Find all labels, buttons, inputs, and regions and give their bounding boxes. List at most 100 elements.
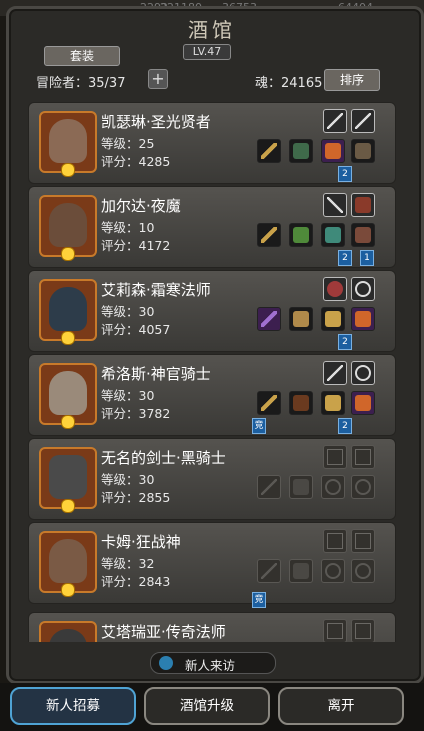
- sword-icon: [355, 113, 371, 129]
- leave-button[interactable]: 离开: [278, 687, 404, 725]
- robe-icon: [293, 311, 309, 327]
- upgrade-tag: 2: [338, 250, 352, 266]
- hero-level: 等级：30: [101, 388, 155, 403]
- hero-portrait: [39, 531, 97, 597]
- equipment-slot[interactable]: [321, 139, 345, 163]
- empty-weapon-slot[interactable]: [323, 619, 347, 642]
- add-slot-button[interactable]: +: [148, 69, 168, 89]
- hero-card[interactable]: 无名的剑士·黑骑士 等级：30 评分：2855: [28, 438, 396, 520]
- recruit-button[interactable]: 新人招募: [10, 687, 136, 725]
- empty-weapon-slot[interactable]: [323, 445, 347, 469]
- star-gem-icon: [61, 415, 75, 429]
- equipment-slot[interactable]: [321, 223, 345, 247]
- boots-icon: [355, 311, 371, 327]
- ring-silhouette-icon: [325, 563, 341, 579]
- equipment-slot[interactable]: [351, 391, 375, 415]
- equipment-slot[interactable]: [257, 139, 281, 163]
- tab-set[interactable]: 套装: [44, 46, 120, 66]
- ring-silhouette-icon: [355, 563, 371, 579]
- armor-silhouette-icon: [293, 479, 309, 495]
- hero-level: 等级：25: [101, 136, 155, 151]
- equipment-slot[interactable]: [351, 223, 375, 247]
- equipment-slot[interactable]: [321, 307, 345, 331]
- soul-count: 魂：24165: [255, 76, 323, 91]
- hero-score: 评分：2855: [101, 490, 171, 505]
- upgrade-tavern-button[interactable]: 酒馆升级: [144, 687, 270, 725]
- new-visitor-button[interactable]: 新人来访: [150, 652, 276, 674]
- empty-slot-icon: [355, 533, 371, 549]
- upgrade-tag: 2: [338, 418, 352, 434]
- weapon-slot[interactable]: [323, 361, 347, 385]
- empty-weapon-slot[interactable]: [351, 529, 375, 553]
- weapon-slot[interactable]: [351, 277, 375, 301]
- hero-portrait: [39, 279, 97, 345]
- hero-portrait: [39, 195, 97, 261]
- hero-portrait: [39, 621, 97, 642]
- empty-equipment-slot[interactable]: [351, 559, 375, 583]
- empty-weapon-slot[interactable]: [351, 445, 375, 469]
- empty-equipment-slot[interactable]: [351, 475, 375, 499]
- equipment-slot[interactable]: [321, 391, 345, 415]
- empty-weapon-slot[interactable]: [323, 529, 347, 553]
- boots-icon: [355, 395, 371, 411]
- arena-tag: 竞: [252, 418, 266, 434]
- empty-equipment-slot[interactable]: [289, 475, 313, 499]
- upgrade-tag: 2: [338, 166, 352, 182]
- hero-level: 等级：10: [101, 220, 155, 235]
- hero-list: 凯瑟琳·圣光贤者 等级：25 评分：4285 2 加尔达·夜魔 等级：10 评分…: [22, 94, 402, 642]
- claw-icon: [355, 197, 371, 213]
- equipment-slot[interactable]: [351, 307, 375, 331]
- equipment-slot[interactable]: [257, 391, 281, 415]
- hero-level: 等级：30: [101, 472, 155, 487]
- hero-portrait: [39, 447, 97, 513]
- equipment-slot[interactable]: [289, 223, 313, 247]
- sword-icon: [327, 365, 343, 381]
- empty-slot-icon: [327, 533, 343, 549]
- empty-slot-icon: [327, 623, 343, 639]
- hero-score: 评分：4285: [101, 154, 171, 169]
- boots-icon: [325, 143, 341, 159]
- page-title: 酒馆: [188, 18, 236, 42]
- bow-icon: [355, 281, 371, 297]
- gauntlet-icon: [355, 143, 371, 159]
- hero-score: 评分：4172: [101, 238, 171, 253]
- hero-card[interactable]: 卡姆·狂战神 等级：32 评分：2843: [28, 522, 396, 604]
- weapon-slot[interactable]: [323, 277, 347, 301]
- ring-silhouette-icon: [355, 479, 371, 495]
- gloves-icon: [325, 395, 341, 411]
- adventurer-count: 冒险者：35/37: [36, 76, 126, 91]
- empty-equipment-slot[interactable]: [321, 475, 345, 499]
- equipment-slot[interactable]: [289, 307, 313, 331]
- weapon-slot[interactable]: [351, 361, 375, 385]
- empty-weapon-slot[interactable]: [351, 619, 375, 642]
- staff-icon: [261, 311, 277, 327]
- empty-equipment-slot[interactable]: [257, 475, 281, 499]
- bow-icon: [355, 365, 371, 381]
- upgrade-tag: 2: [338, 334, 352, 350]
- weapon-slot[interactable]: [351, 193, 375, 217]
- equipment-slot[interactable]: [289, 139, 313, 163]
- hero-name: 加尔达·夜魔: [101, 197, 181, 215]
- empty-equipment-slot[interactable]: [321, 559, 345, 583]
- boots-icon: [355, 227, 371, 243]
- equipment-slot[interactable]: [289, 391, 313, 415]
- empty-equipment-slot[interactable]: [257, 559, 281, 583]
- empty-equipment-slot[interactable]: [289, 559, 313, 583]
- weapon-slot[interactable]: [351, 109, 375, 133]
- arena-tag: 竞: [252, 592, 266, 608]
- equipment-slot[interactable]: [257, 307, 281, 331]
- visitor-label: 新人来访: [185, 658, 236, 673]
- hero-card[interactable]: 艾塔瑞亚·传奇法师: [28, 612, 396, 642]
- hero-score: 评分：2843: [101, 574, 171, 589]
- weapon-slot[interactable]: [323, 193, 347, 217]
- weapon-slot[interactable]: [323, 109, 347, 133]
- axe-silhouette-icon: [261, 563, 277, 579]
- sort-button[interactable]: 排序: [324, 69, 380, 91]
- hero-name: 无名的剑士·黑骑士: [101, 449, 226, 467]
- sword-silhouette-icon: [261, 479, 277, 495]
- empty-slot-icon: [355, 449, 371, 465]
- armor-silhouette-icon: [293, 563, 309, 579]
- equipment-slot[interactable]: [351, 139, 375, 163]
- star-gem-icon: [61, 499, 75, 513]
- equipment-slot[interactable]: [257, 223, 281, 247]
